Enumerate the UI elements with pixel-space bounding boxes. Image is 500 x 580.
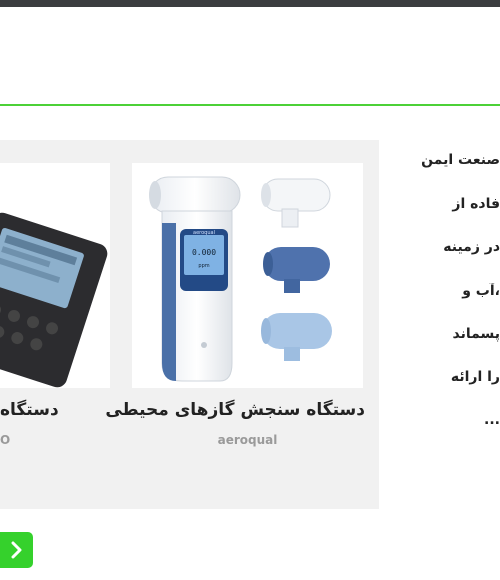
chevron-right-icon	[11, 541, 21, 559]
intro-line-7: ...	[484, 412, 500, 428]
device-unit: ppm	[198, 263, 209, 269]
intro-line-5: پسماند	[452, 326, 500, 342]
intro-line-3: در زمینه	[443, 239, 500, 255]
intro-line-6: را ارائه	[450, 369, 500, 385]
top-bar	[0, 0, 500, 7]
header-divider	[0, 104, 500, 106]
device-brand-label: aeroqual	[193, 230, 215, 236]
intro-line-4: ،آب و	[462, 283, 500, 299]
product-card-image-2[interactable]	[0, 163, 110, 388]
product-brand-2: O	[0, 433, 11, 447]
handheld-meter-image	[0, 212, 108, 388]
device-reading: 0.000	[192, 248, 216, 257]
product-brand-1: aeroqual	[217, 433, 278, 447]
product-card-image-1[interactable]: 0.000 aeroqual ppm	[132, 163, 363, 388]
intro-line-2: فاده از	[452, 196, 500, 212]
intro-line-1: صنعت ایمن	[421, 152, 500, 168]
carousel-next-button[interactable]	[0, 532, 33, 568]
gas-monitor-image: 0.000 aeroqual ppm	[149, 176, 332, 382]
product-title-1[interactable]: دستگاه سنجش گازهای محیطی	[105, 396, 365, 424]
product-title-2[interactable]: دستگاه	[0, 396, 120, 424]
